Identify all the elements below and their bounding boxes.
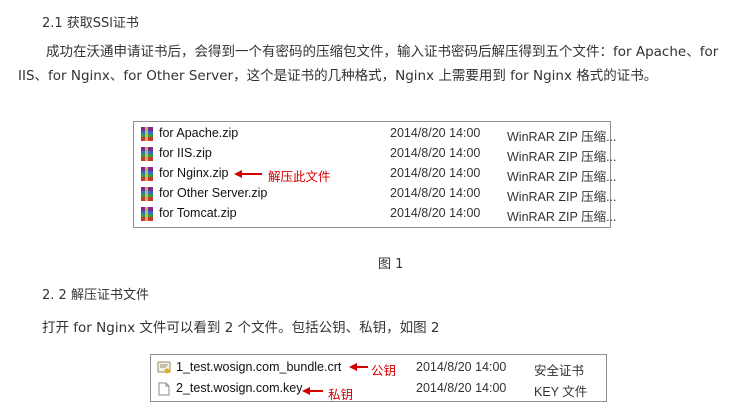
red-arrow-icon (234, 170, 262, 178)
winrar-archive-icon (141, 187, 153, 201)
file-name: for Nginx.zip (159, 166, 229, 180)
file-date: 2014/8/20 14:00 (390, 186, 481, 200)
annotation-private-key: 私钥 (328, 387, 354, 402)
section-paragraph-2: 打开 for Nginx 文件可以看到 2 个文件。包括公钥、私钥，如图 2 (42, 320, 440, 336)
file-name: 1_test.wosign.com_bundle.crt (176, 360, 342, 374)
file-type: WinRAR ZIP 压缩... (507, 150, 617, 164)
file-row[interactable]: for IIS.zip 2014/8/20 14:00 WinRAR ZIP 压… (134, 144, 617, 164)
file-date: 2014/8/20 14:00 (390, 126, 481, 140)
file-date: 2014/8/20 14:00 (390, 206, 481, 220)
file-name: 2_test.wosign.com.key (176, 381, 303, 395)
file-type: WinRAR ZIP 压缩... (507, 190, 617, 204)
file-type: 安全证书 (534, 364, 585, 378)
file-date: 2014/8/20 14:00 (416, 381, 507, 395)
red-arrow-icon (302, 387, 323, 395)
file-type: KEY 文件 (534, 385, 588, 399)
file-row[interactable]: 2_test.wosign.com.key 2014/8/20 14:00 KE… (151, 379, 606, 399)
file-type: WinRAR ZIP 压缩... (507, 210, 617, 224)
winrar-archive-icon (141, 207, 153, 221)
file-name: for IIS.zip (159, 146, 212, 160)
file-date: 2014/8/20 14:00 (390, 146, 481, 160)
file-type: WinRAR ZIP 压缩... (507, 130, 617, 144)
winrar-archive-icon (141, 127, 153, 141)
annotation-public-key: 公钥 (371, 363, 397, 378)
winrar-archive-icon (141, 167, 153, 181)
section-heading-2: 2. 2 解压证书文件 (42, 288, 149, 303)
file-date: 2014/8/20 14:00 (390, 166, 481, 180)
file-row[interactable]: for Other Server.zip 2014/8/20 14:00 Win… (134, 184, 617, 204)
winrar-archive-icon (141, 147, 153, 161)
file-icon (158, 382, 170, 396)
section-heading-1: 2.1 获取SSl证书 (42, 16, 139, 31)
section-paragraph-1: 成功在沃通申请证书后，会得到一个有密码的压缩包文件，输入证书密码后解压得到五个文… (18, 44, 719, 84)
file-date: 2014/8/20 14:00 (416, 360, 507, 374)
file-name: for Apache.zip (159, 126, 239, 140)
figure-caption-1: 图 1 (378, 257, 404, 272)
file-list-figure-1: for Apache.zip 2014/8/20 14:00 WinRAR ZI… (133, 121, 617, 228)
annotation-extract: 解压此文件 (268, 169, 331, 184)
certificate-icon (157, 361, 171, 374)
file-row[interactable]: for Tomcat.zip 2014/8/20 14:00 WinRAR ZI… (134, 204, 617, 224)
file-row[interactable]: for Nginx.zip 2014/8/20 14:00 WinRAR ZIP… (134, 164, 617, 184)
file-type: WinRAR ZIP 压缩... (507, 170, 617, 184)
file-name: for Other Server.zip (159, 186, 268, 200)
red-arrow-icon (349, 363, 368, 371)
file-row[interactable]: for Apache.zip 2014/8/20 14:00 WinRAR ZI… (134, 124, 617, 144)
file-name: for Tomcat.zip (159, 206, 237, 220)
